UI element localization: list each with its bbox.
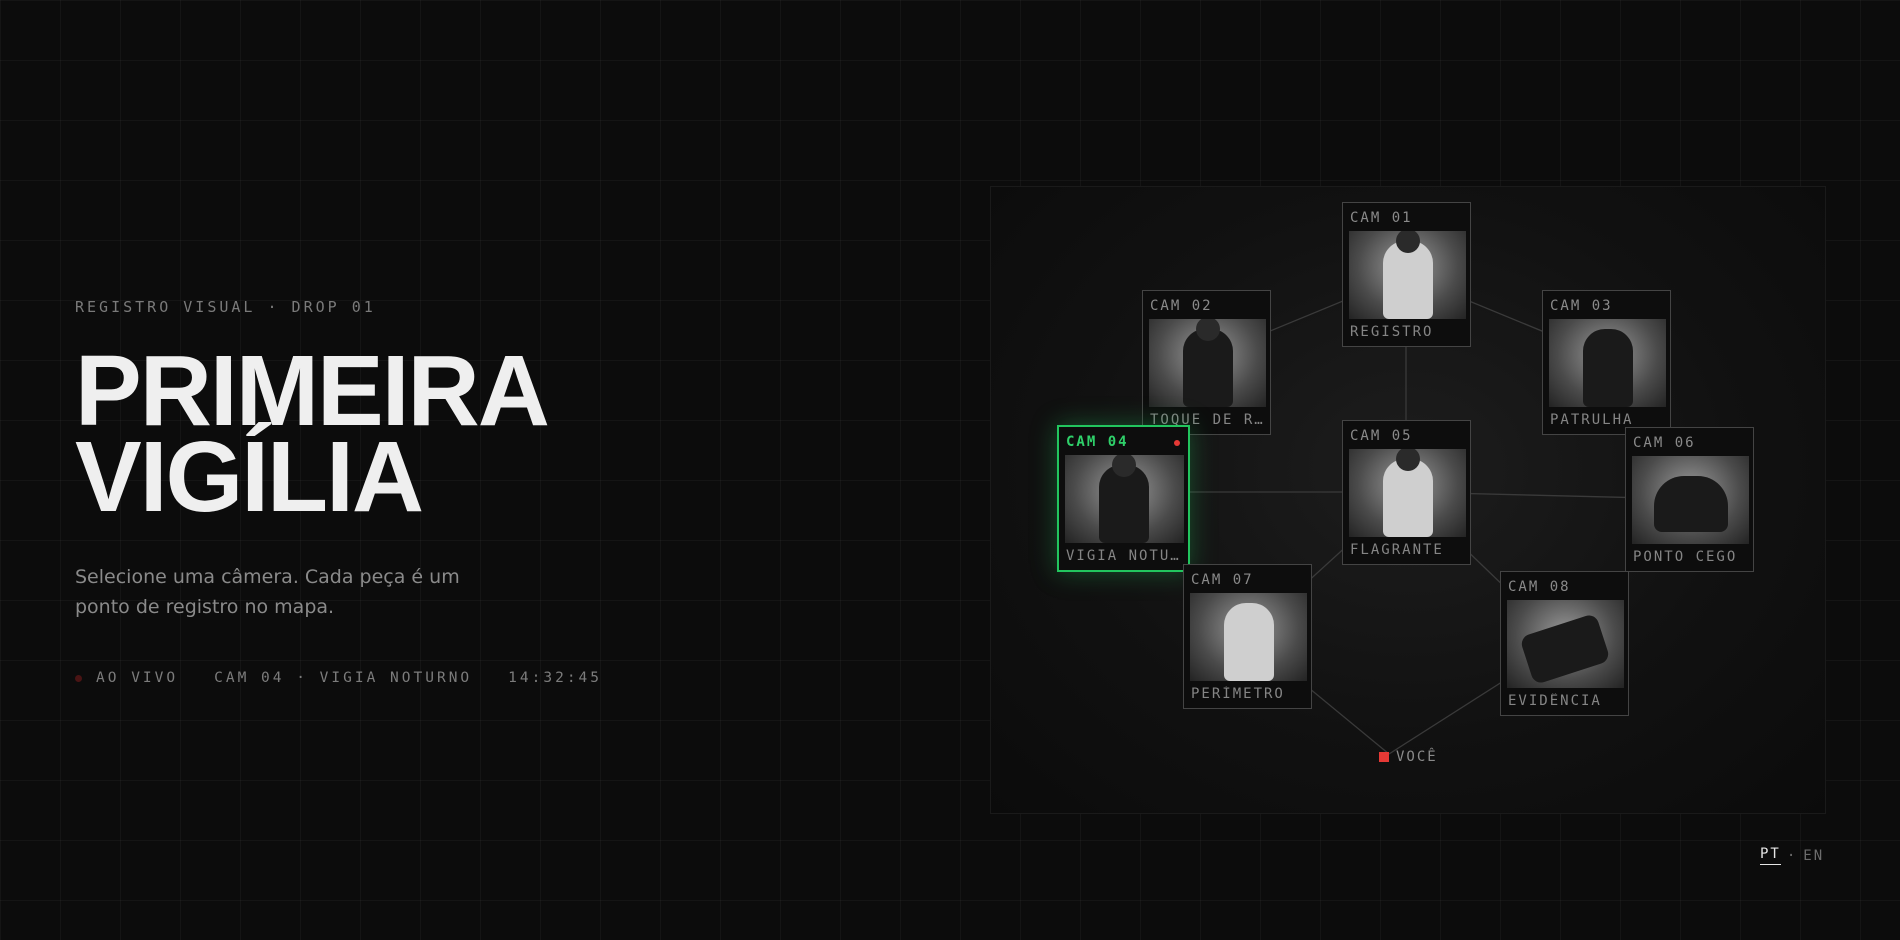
camera-card-07[interactable]: CAM 07 PERÍMETRO bbox=[1183, 564, 1312, 709]
camera-map: CAM 01 REGISTRO CAM 02 TOQUE DE RECOLHER… bbox=[990, 186, 1826, 814]
recording-dot-icon bbox=[1174, 440, 1180, 446]
camera-caption: EVIDÊNCIA bbox=[1508, 693, 1602, 709]
live-label: AO VIVO bbox=[96, 670, 179, 686]
camera-photo bbox=[1190, 593, 1307, 681]
camera-caption: REGISTRO bbox=[1350, 324, 1434, 340]
camera-photo bbox=[1149, 319, 1266, 407]
camera-photo bbox=[1065, 455, 1184, 543]
camera-card-04[interactable]: CAM 04 VIGIA NOTURNO bbox=[1057, 425, 1190, 572]
location-square-icon bbox=[1379, 752, 1389, 762]
camera-id: CAM 02 bbox=[1150, 298, 1213, 314]
you-marker: VOCÊ bbox=[1379, 749, 1438, 765]
hero-panel: REGISTRO VISUAL · DROP 01 PRIMEIRA VIGÍL… bbox=[75, 298, 635, 686]
camera-photo bbox=[1349, 231, 1466, 319]
camera-photo bbox=[1549, 319, 1666, 407]
status-bar: AO VIVO CAM 04 · VIGIA NOTURNO 14:32:45 bbox=[75, 670, 635, 686]
camera-id: CAM 05 bbox=[1350, 428, 1413, 444]
camera-caption: FLAGRANTE bbox=[1350, 542, 1444, 558]
lang-en-link[interactable]: EN bbox=[1803, 848, 1824, 864]
camera-card-01[interactable]: CAM 01 REGISTRO bbox=[1342, 202, 1471, 347]
camera-caption: VIGIA NOTURNO bbox=[1066, 548, 1180, 564]
current-camera-label: CAM 04 · VIGIA NOTURNO bbox=[214, 670, 473, 686]
camera-id: CAM 07 bbox=[1191, 572, 1254, 588]
live-dot-icon bbox=[75, 674, 82, 682]
camera-card-06[interactable]: CAM 06 PONTO CEGO bbox=[1625, 427, 1754, 572]
camera-card-03[interactable]: CAM 03 PATRULHA bbox=[1542, 290, 1671, 435]
camera-card-02[interactable]: CAM 02 TOQUE DE RECOLHER bbox=[1142, 290, 1271, 435]
camera-id: CAM 01 bbox=[1350, 210, 1413, 226]
clock: 14:32:45 bbox=[508, 670, 603, 686]
camera-caption: PONTO CEGO bbox=[1633, 549, 1738, 565]
page-title: PRIMEIRA VIGÍLIA bbox=[75, 341, 635, 533]
camera-id: CAM 06 bbox=[1633, 435, 1696, 451]
camera-caption: PERÍMETRO bbox=[1191, 686, 1285, 702]
camera-id: CAM 08 bbox=[1508, 579, 1571, 595]
you-label: VOCÊ bbox=[1396, 749, 1438, 765]
lang-pt-link[interactable]: PT bbox=[1760, 846, 1781, 865]
camera-photo bbox=[1507, 600, 1624, 688]
camera-photo bbox=[1349, 449, 1466, 537]
camera-id: CAM 04 bbox=[1066, 434, 1129, 450]
eyebrow-label: REGISTRO VISUAL · DROP 01 bbox=[75, 298, 376, 316]
camera-caption: PATRULHA bbox=[1550, 412, 1634, 428]
camera-card-08[interactable]: CAM 08 EVIDÊNCIA bbox=[1500, 571, 1629, 716]
camera-card-05[interactable]: CAM 05 FLAGRANTE bbox=[1342, 420, 1471, 565]
subtitle: Selecione uma câmera. Cada peça é um pon… bbox=[75, 566, 460, 618]
language-switcher: PT · EN bbox=[1760, 846, 1824, 865]
lang-separator: · bbox=[1786, 847, 1798, 864]
camera-id: CAM 03 bbox=[1550, 298, 1613, 314]
title-line-2: VIGÍLIA bbox=[75, 421, 424, 533]
camera-photo bbox=[1632, 456, 1749, 544]
